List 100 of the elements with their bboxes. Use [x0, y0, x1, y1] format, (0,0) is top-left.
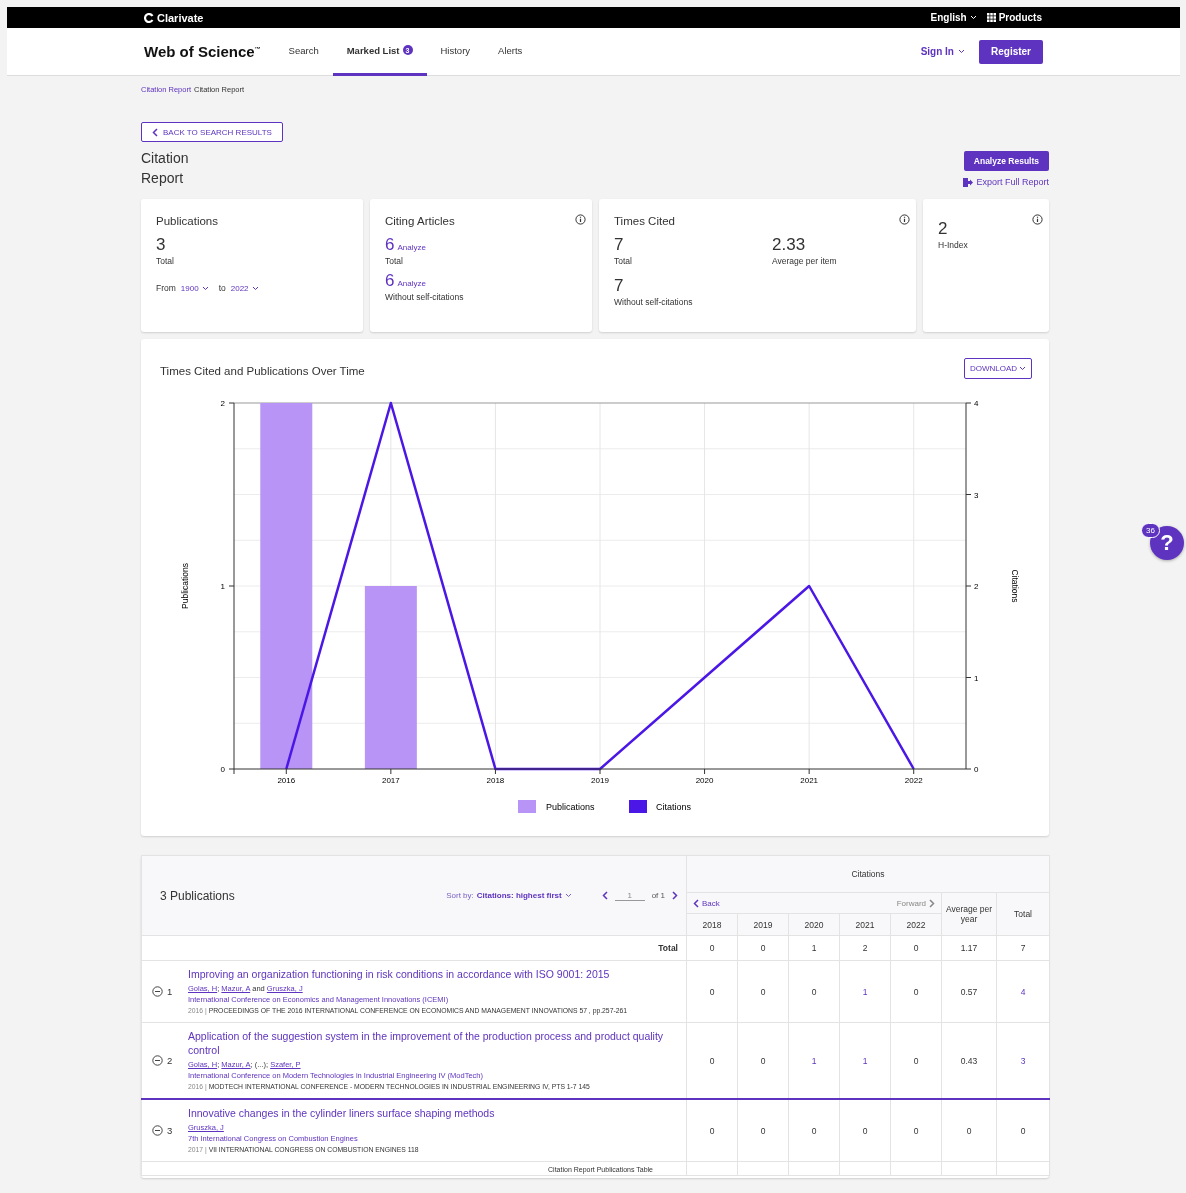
sign-in-menu[interactable]: Sign In — [920, 46, 965, 57]
product-logo[interactable]: Web of Science$^{™}$ — [144, 43, 261, 60]
analyze-link[interactable]: Analyze — [397, 279, 426, 288]
chevron-left-icon — [601, 891, 608, 900]
column-header: Total — [996, 892, 1050, 936]
column-header: Citations — [686, 855, 1050, 893]
axis-tick-label: 1 — [974, 673, 979, 683]
from-label: From — [156, 283, 176, 293]
metric-label: H-Index — [938, 240, 969, 250]
register-button[interactable]: Register — [979, 39, 1043, 64]
grid-icon — [986, 13, 996, 22]
info-icon[interactable] — [575, 214, 586, 225]
table-cell: 0 — [890, 935, 942, 961]
metric-value: 2 — [938, 219, 949, 238]
table-cell: 1 — [788, 935, 840, 961]
notification-badge: 36 — [1141, 523, 1160, 538]
table-cell: 0 — [788, 960, 840, 1023]
axis-tick-label: 2021 — [800, 776, 819, 785]
nav-tab[interactable]: Search — [274, 27, 333, 76]
chevron-right-icon — [672, 891, 678, 900]
card-title: Citing Articles — [385, 215, 456, 227]
metric-value[interactable]: 6 — [385, 235, 395, 254]
table-cell: 0 — [686, 960, 738, 1023]
logo-icon — [144, 12, 154, 23]
table-cell: 1.17 — [941, 935, 997, 961]
nav-tab[interactable]: History — [426, 27, 485, 76]
table-cell: 0 — [737, 1099, 789, 1162]
table-cell: 0 — [686, 935, 738, 961]
publication-title-link[interactable]: Innovative changes in the cylinder liners surface shaping methods — [188, 1106, 495, 1120]
results-heading: 3 Publications — [160, 888, 236, 903]
axis-tick-label: 2020 — [695, 776, 714, 785]
table-cell: 0 — [839, 1099, 891, 1162]
axis-tick-label: 2016 — [277, 776, 296, 785]
chevron-down-icon — [564, 893, 572, 898]
metric-label: Without self-citations — [385, 292, 465, 302]
axis-tick-label: 0 — [974, 765, 979, 774]
analyze-results-button[interactable]: Analyze Results — [963, 151, 1049, 171]
table-cell: 0 — [686, 1099, 738, 1162]
axis-title: Citations — [1010, 569, 1020, 603]
chevron-left-icon — [152, 127, 158, 137]
metric-value: 3 — [156, 235, 167, 254]
table-cell[interactable]: 1 — [839, 960, 891, 1023]
page-field[interactable]: 1 — [614, 890, 645, 901]
axis-tick-label: 0 — [220, 765, 225, 774]
year-dropdown[interactable]: 1900 — [180, 283, 209, 293]
card-title: Publications — [156, 215, 219, 227]
remove-icon[interactable] — [152, 1055, 163, 1066]
year-dropdown[interactable]: 2022 — [230, 283, 259, 293]
nav-tab[interactable]: Alerts — [484, 27, 537, 76]
table-cell: 0 — [737, 935, 789, 961]
sort-dropdown[interactable]: Sort by: Citations: highest first — [446, 891, 572, 900]
analyze-link[interactable]: Analyze — [397, 243, 426, 252]
axis-tick-label: 2022 — [904, 776, 923, 785]
axis-tick-label: 2019 — [591, 776, 609, 785]
info-icon[interactable] — [899, 214, 910, 225]
chevron-down-icon — [1019, 365, 1026, 371]
back-link[interactable]: Back — [693, 898, 720, 908]
legend-label[interactable]: Citations — [656, 802, 691, 812]
table-cell: 0.57 — [941, 960, 997, 1023]
forward-link[interactable]: Forward — [896, 898, 935, 908]
export-link[interactable]: Export Full Report — [963, 177, 1049, 187]
table-cell[interactable]: 4 — [996, 960, 1050, 1023]
column-header: Average per year — [941, 892, 997, 936]
brand-logo[interactable]: Clarivate — [144, 11, 204, 24]
publication-title-link[interactable]: Application of the suggestion system in the improvement of the production process and product quality control — [188, 1029, 678, 1057]
remove-icon[interactable] — [152, 986, 163, 997]
remove-icon[interactable] — [152, 1125, 163, 1136]
back-to-results-button[interactable]: BACK TO SEARCH RESULTS — [141, 122, 283, 142]
table-cell: 2 — [839, 935, 891, 961]
table-cell: 0 — [737, 960, 789, 1023]
legend-swatch — [629, 800, 647, 813]
publication-title-link[interactable]: Improving an organization functioning in risk conditions in accordance with ISO 9001: 2015 — [188, 967, 628, 981]
row-number: 1 — [167, 986, 173, 997]
chevron-left-icon — [693, 898, 699, 908]
page-count: of 1 — [651, 891, 665, 900]
legend-label[interactable]: Publications — [546, 802, 595, 812]
metric-value: 7 — [614, 235, 625, 254]
language-menu[interactable]: English — [930, 12, 977, 23]
row-number: 2 — [167, 1055, 173, 1066]
row-label: Total — [141, 935, 687, 961]
axis-tick-label: 2 — [974, 582, 979, 591]
metric-label: Average per item — [772, 256, 838, 266]
export-icon — [963, 177, 974, 187]
axis-tick-label: 3 — [974, 490, 979, 500]
table-cell: 0 — [788, 1099, 840, 1162]
metric-label: Without self-citations — [614, 297, 694, 307]
chevron-down-icon — [201, 285, 209, 291]
products-menu[interactable]: Products — [986, 12, 1042, 23]
axis-title: Publications — [180, 563, 190, 609]
download-button[interactable]: DOWNLOAD — [963, 357, 1032, 379]
info-icon[interactable] — [1032, 214, 1043, 225]
to-label: to — [218, 283, 226, 293]
metric-label: Total — [385, 256, 404, 266]
metric-label: Total — [156, 256, 175, 266]
card-title: Times Cited — [614, 215, 676, 227]
metric-value[interactable]: 6 — [385, 271, 395, 290]
chevron-down-icon — [969, 15, 977, 20]
chevron-down-icon — [251, 285, 259, 291]
axis-tick-label: 2018 — [486, 776, 505, 785]
axis-tick-label: 2017 — [381, 776, 400, 785]
